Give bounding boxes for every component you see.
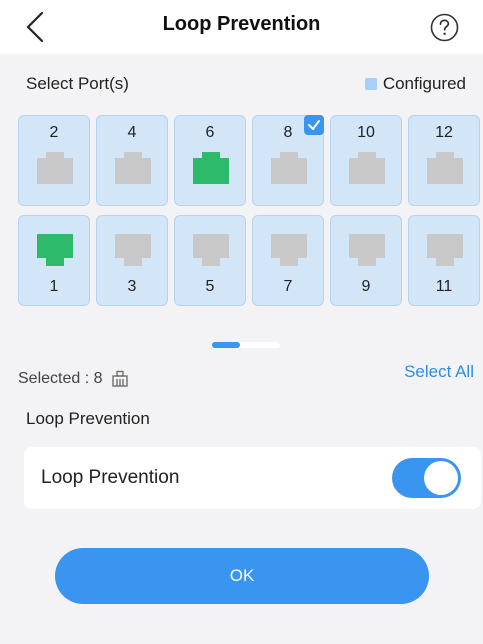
port-grid: 2 4 6 8 10 12 1 3 5 7 9 11 bbox=[18, 115, 483, 308]
select-all-link[interactable]: Select All bbox=[404, 362, 474, 382]
loop-prevention-label: Loop Prevention bbox=[41, 467, 180, 488]
port-number: 6 bbox=[205, 124, 215, 141]
ok-button[interactable]: OK bbox=[55, 548, 429, 604]
port-number: 4 bbox=[127, 124, 137, 141]
ethernet-port-icon bbox=[427, 234, 463, 266]
ethernet-port-icon bbox=[115, 234, 151, 266]
selected-count-text: Selected : 8 bbox=[18, 370, 103, 387]
port-10[interactable]: 10 bbox=[330, 115, 402, 206]
page-indicator-active bbox=[212, 342, 240, 348]
port-1[interactable]: 1 bbox=[18, 215, 90, 306]
ethernet-port-icon bbox=[271, 152, 307, 184]
configured-legend-text: Configured bbox=[382, 74, 466, 93]
port-number: 10 bbox=[357, 124, 375, 141]
port-group-icon bbox=[111, 370, 128, 387]
ethernet-port-icon bbox=[193, 152, 229, 184]
port-5[interactable]: 5 bbox=[174, 215, 246, 306]
port-number: 12 bbox=[435, 124, 453, 141]
checkmark-icon bbox=[304, 115, 324, 135]
port-number: 5 bbox=[205, 278, 215, 295]
configured-swatch bbox=[364, 78, 377, 90]
toggle-knob bbox=[424, 461, 458, 495]
port-8[interactable]: 8 bbox=[252, 115, 324, 206]
ethernet-port-icon bbox=[193, 234, 229, 266]
port-3[interactable]: 3 bbox=[96, 215, 168, 306]
ethernet-port-icon bbox=[37, 152, 73, 184]
header-bar: Loop Prevention bbox=[0, 0, 483, 54]
port-number: 3 bbox=[127, 278, 137, 295]
question-circle-icon[interactable] bbox=[430, 13, 459, 42]
ethernet-port-icon bbox=[271, 234, 307, 266]
ethernet-port-icon bbox=[349, 234, 385, 266]
port-9[interactable]: 9 bbox=[330, 215, 402, 306]
port-number: 9 bbox=[361, 278, 371, 295]
port-7[interactable]: 7 bbox=[252, 215, 324, 306]
port-11[interactable]: 11 bbox=[408, 215, 480, 306]
configured-legend: Configured bbox=[364, 74, 466, 94]
ethernet-port-icon bbox=[115, 152, 151, 184]
port-2[interactable]: 2 bbox=[18, 115, 90, 206]
port-number: 7 bbox=[283, 278, 293, 295]
page-indicator bbox=[212, 342, 280, 348]
loop-prevention-card: Loop Prevention bbox=[24, 447, 481, 509]
ethernet-port-icon bbox=[349, 152, 385, 184]
ethernet-port-icon bbox=[37, 234, 73, 266]
port-4[interactable]: 4 bbox=[96, 115, 168, 206]
select-ports-label: Select Port(s) bbox=[26, 74, 129, 93]
port-6[interactable]: 6 bbox=[174, 115, 246, 206]
page-title: Loop Prevention bbox=[162, 13, 321, 35]
port-number: 1 bbox=[49, 278, 59, 295]
selected-summary: Selected : 8 bbox=[18, 370, 129, 388]
loop-prevention-toggle[interactable] bbox=[392, 458, 461, 498]
ethernet-port-icon bbox=[427, 152, 463, 184]
port-12[interactable]: 12 bbox=[408, 115, 480, 206]
port-number: 2 bbox=[49, 124, 59, 141]
port-number: 11 bbox=[435, 278, 453, 295]
loop-prevention-section-label: Loop Prevention bbox=[26, 409, 150, 428]
